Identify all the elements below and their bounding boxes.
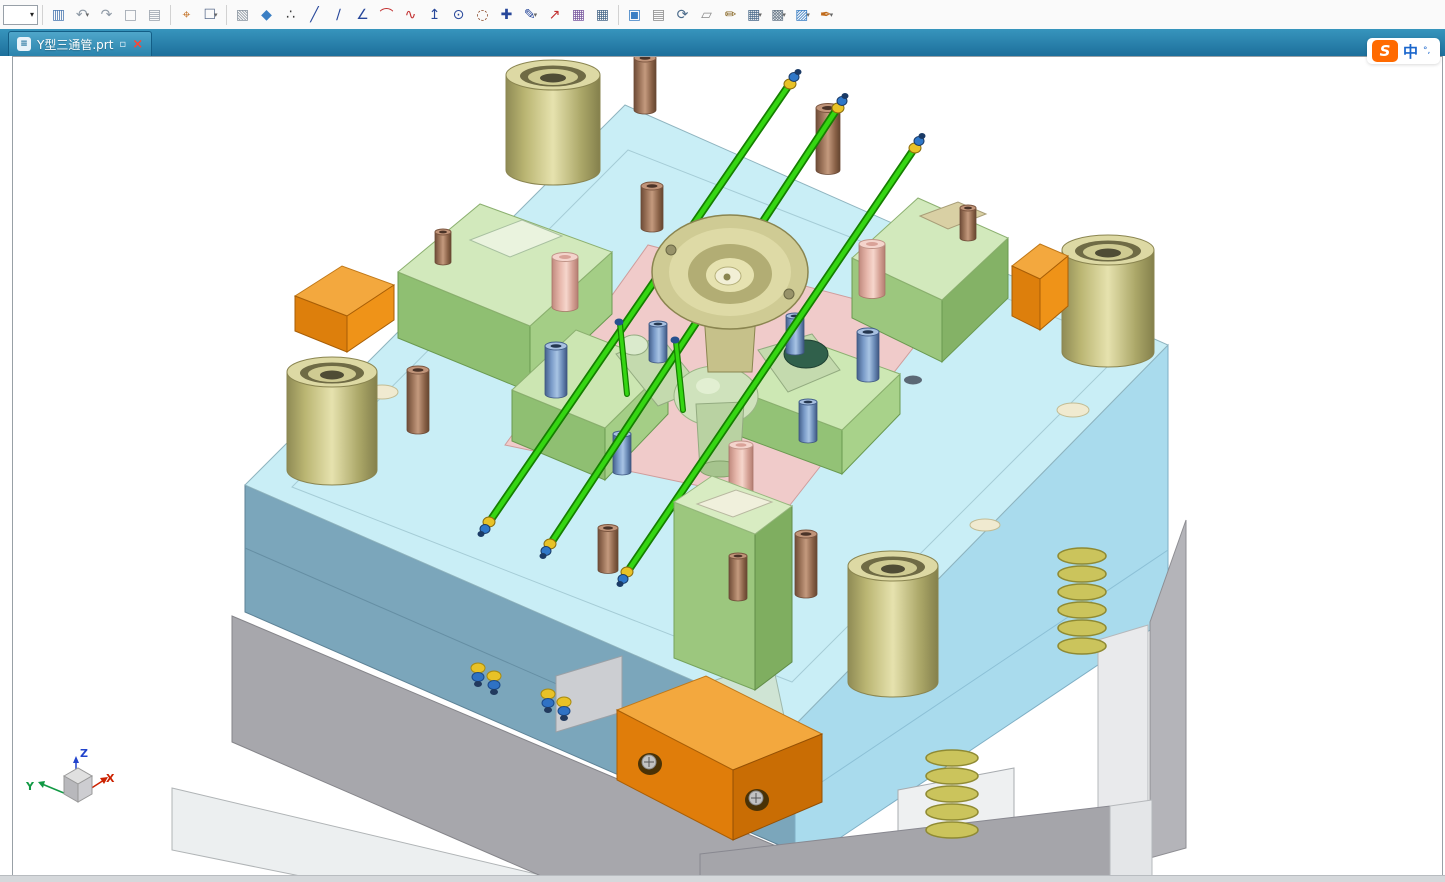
pick-tool-icon[interactable]: ⌖ — [175, 3, 198, 26]
toolbar-separator — [618, 4, 619, 25]
triad-z-label: Z — [80, 747, 88, 760]
construction-circle-icon[interactable]: ◌ — [471, 3, 494, 26]
undo-icon[interactable]: ↶ ▾ — [71, 3, 94, 26]
paste-sketch-icon[interactable]: ▥ — [47, 3, 70, 26]
grid-options-icon[interactable]: ▦ ▾ — [743, 3, 766, 26]
guide-bushing-bottom[interactable] — [847, 550, 939, 698]
document-tabbar: ≡ Y型三通管.prt ▫ × — [0, 29, 1445, 56]
coordinate-triad: Z X Y — [25, 747, 115, 803]
toolbar-separator — [170, 4, 171, 25]
layers-icon[interactable]: ▩ ▾ — [767, 3, 790, 26]
circle-icon[interactable]: ⊙ — [447, 3, 470, 26]
line-icon[interactable]: ╱ — [303, 3, 326, 26]
ime-mode-indicator[interactable]: 中 — [1403, 41, 1418, 62]
paste-icon[interactable]: ▤ — [143, 3, 166, 26]
guide-bushing-right[interactable] — [1061, 234, 1155, 368]
rotate-view-icon[interactable]: ⟳ — [671, 3, 694, 26]
toolbar-icons: ▾ ▥ ↶ ▾ ↷ □ ▤ ⌖ ☐ ▾ ▧ ◆ ∴ ╱ ∕ ∠ ⌒ ∿ ↥ ⊙ ◌ ✚ ✎ ▾ ↗ ▦ ▦ ▣ ▤ ⟳ ▱ ✏ ▦ ▾ ▩ ▾ ▨ ▾ ✒ ▾ — [0, 3, 838, 26]
ime-extra-indicators[interactable]: °, — [1423, 46, 1435, 56]
cad-application-window: ▾ ▥ ↶ ▾ ↷ □ ▤ ⌖ ☐ ▾ ▧ ◆ ∴ ╱ ∕ ∠ ⌒ ∿ ↥ ⊙ ◌ ✚ ✎ ▾ ↗ ▦ ▦ ▣ ▤ ⟳ ▱ ✏ ▦ ▾ ▩ ▾ ▨ ▾ ✒ ▾… — [0, 0, 1445, 882]
triad-y-label: Y — [25, 780, 35, 793]
grid-table-icon[interactable]: ▦ — [591, 3, 614, 26]
triad-x-label: X — [106, 772, 115, 785]
tab-close-icon[interactable]: × — [132, 38, 143, 51]
image-view-icon[interactable]: ▤ — [647, 3, 670, 26]
document-tab[interactable]: ≡ Y型三通管.prt ▫ × — [8, 31, 153, 56]
tab-float-icon[interactable]: ▫ — [119, 39, 126, 50]
selection-filter-combo[interactable]: ▾ — [3, 4, 38, 25]
shaded-cube-icon[interactable]: ◆ — [255, 3, 278, 26]
document-icon: ≡ — [17, 37, 31, 51]
viewport-3d[interactable]: Z X Y — [12, 56, 1443, 876]
guide-bushing-left[interactable] — [286, 356, 378, 486]
ime-toolbar: S 中 °, — [1366, 38, 1440, 64]
polyline-icon[interactable]: ∠ — [351, 3, 374, 26]
sketch-pencil-icon[interactable]: ✎ ▾ — [519, 3, 542, 26]
spline-icon[interactable]: ∿ — [399, 3, 422, 26]
wedge-screw — [745, 789, 769, 811]
plane-view-icon[interactable]: ▱ — [695, 3, 718, 26]
toolbar-separator — [226, 4, 227, 25]
wedge-screw — [638, 753, 662, 775]
box-select-icon[interactable]: ☐ ▾ — [199, 3, 222, 26]
extrude-arrow-icon[interactable]: ↗ — [543, 3, 566, 26]
center-cross-icon[interactable]: ✚ — [495, 3, 518, 26]
toolbar: ▾ ▥ ↶ ▾ ↷ □ ▤ ⌖ ☐ ▾ ▧ ◆ ∴ ╱ ∕ ∠ ⌒ ∿ ↥ ⊙ ◌ ✚ ✎ ▾ ↗ ▦ ▦ ▣ ▤ ⟳ ▱ ✏ ▦ ▾ ▩ ▾ ▨ ▾ ✒ ▾ — [0, 0, 1445, 30]
axis-point-icon[interactable]: ↥ — [423, 3, 446, 26]
edit-pencil-icon[interactable]: ✏ — [719, 3, 742, 26]
annotation-pen-icon[interactable]: ✒ ▾ — [815, 3, 838, 26]
points-icon[interactable]: ∴ — [279, 3, 302, 26]
solid-cube-options-icon[interactable]: ▨ ▾ — [791, 3, 814, 26]
mold-3d-model: Z X Y — [25, 57, 1187, 875]
toolbar-separator — [42, 4, 43, 25]
arc-icon[interactable]: ⌒ — [375, 3, 398, 26]
view-frame-icon[interactable]: ▣ — [623, 3, 646, 26]
window-bottom-edge — [0, 875, 1445, 882]
guide-bushing-top[interactable] — [505, 59, 601, 186]
infinite-line-icon[interactable]: ∕ — [327, 3, 350, 26]
tab-title: Y型三通管.prt — [37, 37, 114, 52]
copy-icon[interactable]: □ — [119, 3, 142, 26]
redo-icon[interactable]: ↷ — [95, 3, 118, 26]
surface-mesh-icon[interactable]: ▦ — [567, 3, 590, 26]
wireframe-cube-icon[interactable]: ▧ — [231, 3, 254, 26]
spring-stack — [925, 749, 979, 839]
ime-logo[interactable]: S — [1371, 40, 1398, 62]
